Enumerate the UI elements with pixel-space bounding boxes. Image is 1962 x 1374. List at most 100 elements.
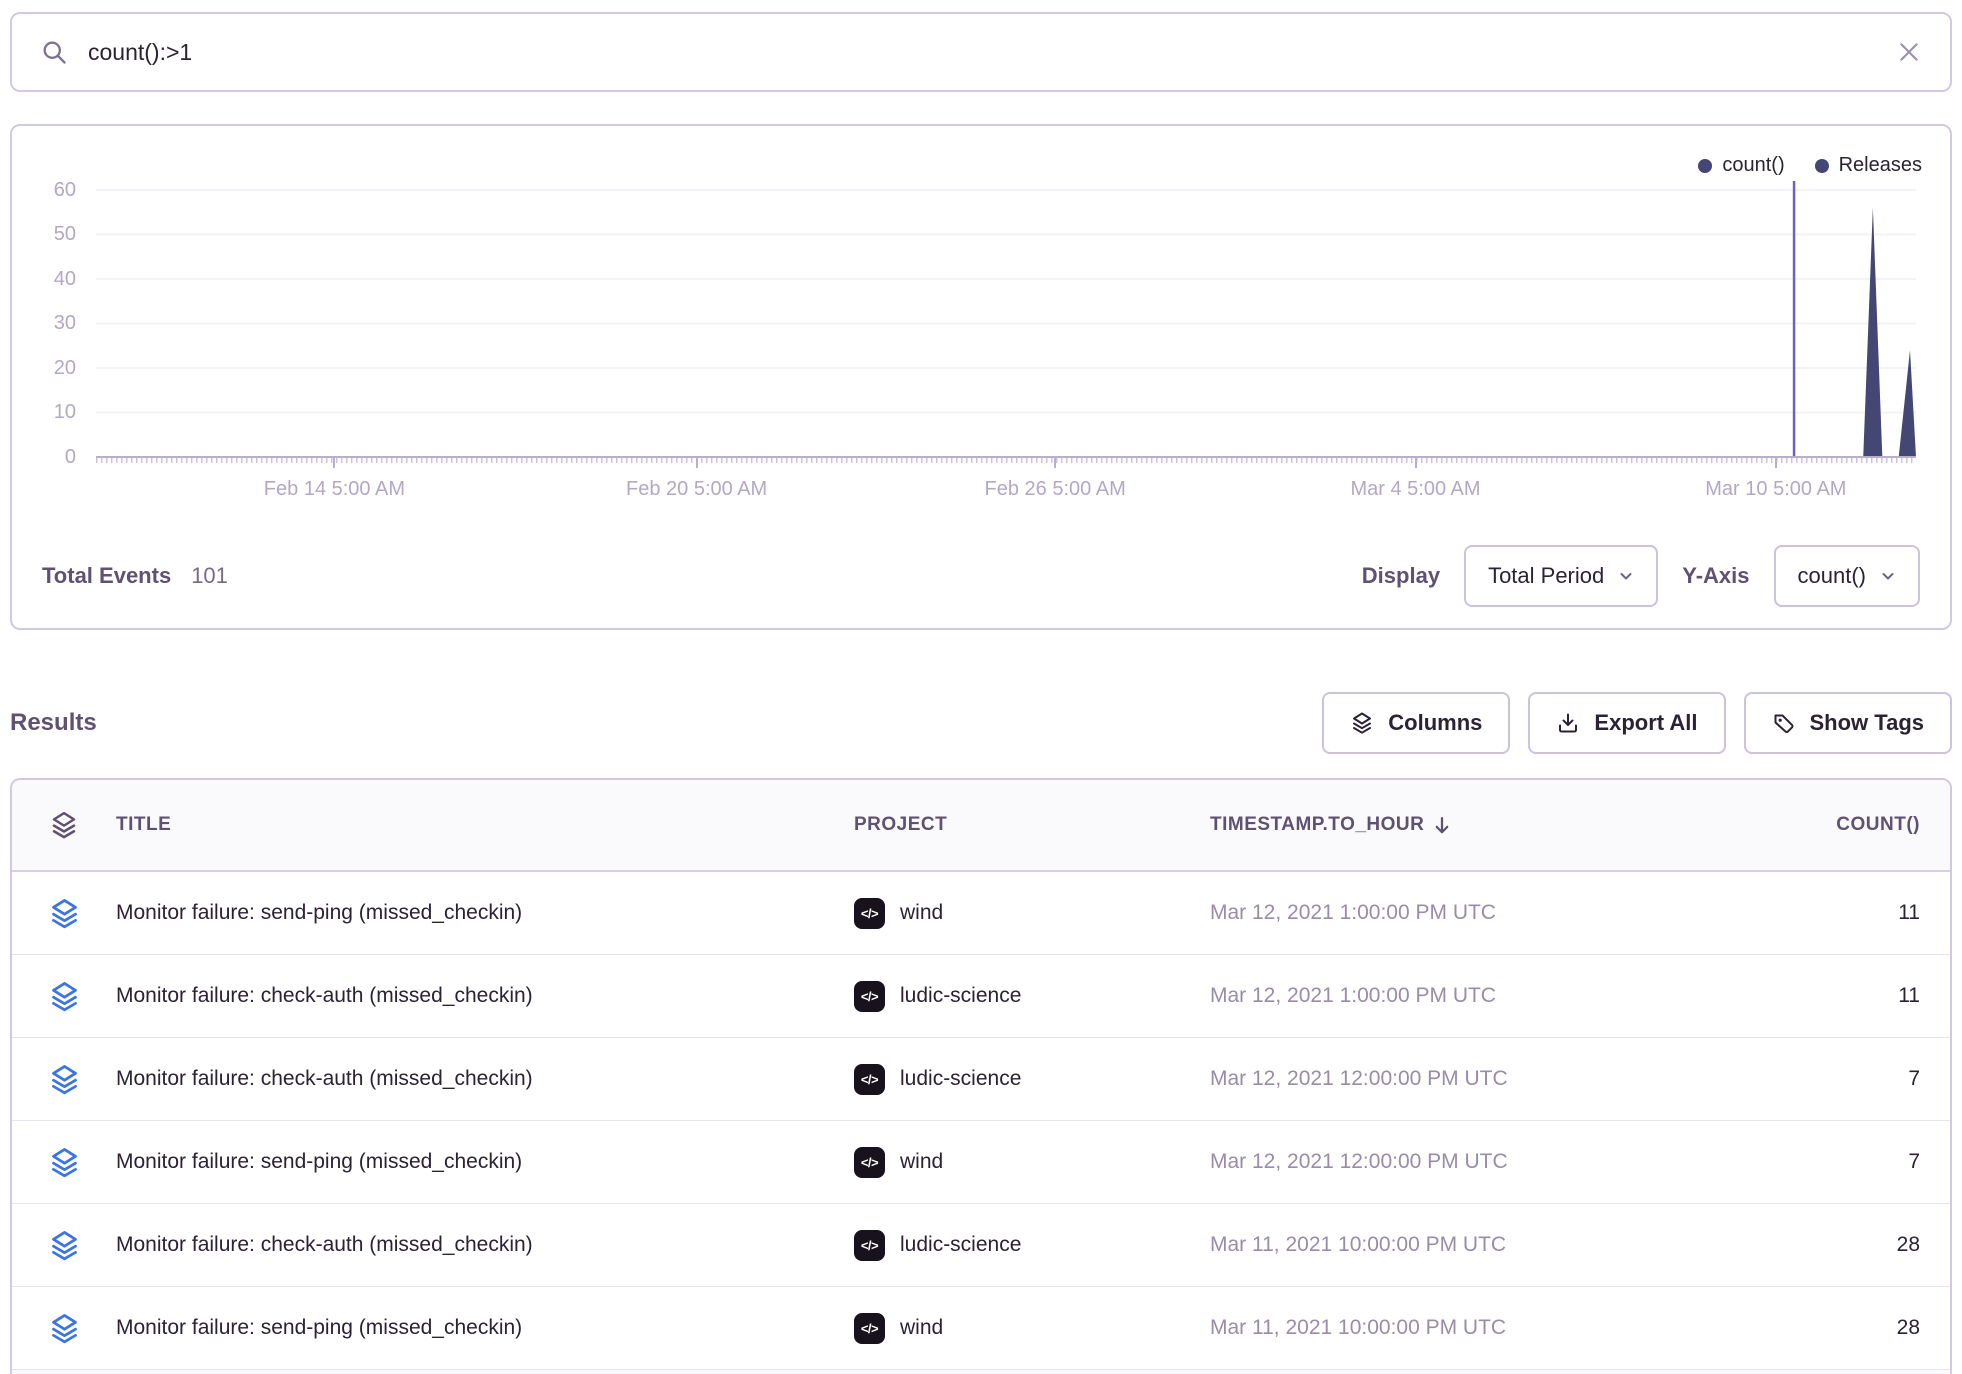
chevron-down-icon [1618,568,1634,584]
y-axis-tick-label: 30 [12,311,76,335]
x-axis-major-tick [696,458,698,468]
results-actions: Columns Export All Show Tags [1322,692,1952,754]
chart-plot-svg [96,181,1916,457]
legend-item-releases[interactable]: Releases [1815,154,1922,177]
event-count: 11 [1710,984,1950,1008]
y-axis-dropdown-value: count() [1798,563,1866,589]
project-platform-icon: </> [854,1147,885,1178]
project-cell: </> wind [854,1147,1210,1178]
x-axis-major-tick [1415,458,1417,468]
stack-icon[interactable] [48,1229,81,1262]
arrow-down-icon [1432,815,1452,835]
project-platform-icon: </> [854,1064,885,1095]
close-icon[interactable] [1896,39,1922,65]
x-axis-major-tick [1775,458,1777,468]
stack-icon [1350,711,1374,735]
y-axis-label: Y-Axis [1682,563,1749,589]
event-title: Monitor failure: check-auth (missed_chec… [116,1067,854,1091]
event-timestamp: Mar 12, 2021 12:00:00 PM UTC [1210,1067,1710,1091]
column-header-title[interactable]: TITLE [116,814,854,836]
stack-icon[interactable] [48,980,81,1013]
stack-icon[interactable] [48,1312,81,1345]
search-bar [10,12,1952,92]
stack-icon[interactable] [49,810,79,840]
x-axis-major-tick [333,458,335,468]
project-name: wind [900,901,943,925]
project-cell: </> ludic-science [854,1064,1210,1095]
project-name: wind [900,1316,943,1340]
events-chart-panel: count() Releases 0 10 20 30 40 50 60 Feb 14 5:… [10,124,1952,630]
chart-legend: count() Releases [1698,154,1922,177]
total-events-label: Total Events [42,563,171,589]
chart-footer: Total Events 101 Display Total Period Y-… [42,544,1920,608]
legend-label: count() [1722,154,1784,177]
event-title: Monitor failure: check-auth (missed_chec… [116,1233,854,1257]
event-timestamp: Mar 12, 2021 12:00:00 PM UTC [1210,1150,1710,1174]
display-label: Display [1362,563,1440,589]
stack-icon[interactable] [48,1146,81,1179]
results-table: TITLE PROJECT TIMESTAMP.TO_HOUR COUNT() … [10,778,1952,1374]
project-name: ludic-science [900,984,1021,1008]
event-title: Monitor failure: send-ping (missed_check… [116,901,854,925]
x-axis-labels: Feb 14 5:00 AMFeb 20 5:00 AMFeb 26 5:00 … [96,478,1916,504]
project-name: ludic-science [900,1067,1021,1091]
count-series-area [96,208,1916,457]
x-axis-ticks [96,458,1916,468]
event-title: Monitor failure: send-ping (missed_check… [116,1150,854,1174]
stack-icon[interactable] [48,897,81,930]
y-axis-tick-label: 50 [12,222,76,246]
column-header-count[interactable]: COUNT() [1710,814,1950,836]
legend-dot-count-icon [1698,159,1712,173]
table-body: Monitor failure: send-ping (missed_check… [12,872,1950,1370]
event-timestamp: Mar 12, 2021 1:00:00 PM UTC [1210,984,1710,1008]
x-axis-tick-label: Feb 14 5:00 AM [264,478,405,501]
y-axis-tick-label: 0 [12,445,76,469]
y-axis-tick-label: 10 [12,400,76,424]
y-axis-tick-label: 40 [12,267,76,291]
results-heading: Results [10,709,97,737]
table-row: Monitor failure: send-ping (missed_check… [12,1121,1950,1204]
y-axis-tick-label: 20 [12,356,76,380]
x-axis-tick-label: Mar 4 5:00 AM [1350,478,1480,501]
total-events-value: 101 [191,563,228,589]
table-row: Monitor failure: check-auth (missed_chec… [12,1204,1950,1287]
event-timestamp: Mar 11, 2021 10:00:00 PM UTC [1210,1316,1710,1340]
project-platform-icon: </> [854,898,885,929]
project-cell: </> ludic-science [854,1230,1210,1261]
y-axis-tick-label: 60 [12,178,76,202]
show-tags-button-label: Show Tags [1810,710,1925,736]
legend-label: Releases [1839,154,1922,177]
table-row: Monitor failure: send-ping (missed_check… [12,872,1950,955]
export-all-button-label: Export All [1594,710,1697,736]
event-title: Monitor failure: check-auth (missed_chec… [116,984,854,1008]
table-row: Monitor failure: check-auth (missed_chec… [12,1038,1950,1121]
display-dropdown[interactable]: Total Period [1464,545,1658,607]
project-cell: </> ludic-science [854,981,1210,1012]
event-count: 28 [1710,1233,1950,1257]
legend-item-count[interactable]: count() [1698,154,1784,177]
search-input[interactable] [88,39,1896,66]
project-cell: </> wind [854,1313,1210,1344]
stack-icon[interactable] [48,1063,81,1096]
event-count: 11 [1710,901,1950,925]
display-dropdown-value: Total Period [1488,563,1604,589]
project-platform-icon: </> [854,1230,885,1261]
export-all-button[interactable]: Export All [1528,692,1725,754]
project-name: wind [900,1150,943,1174]
columns-button-label: Columns [1388,710,1482,736]
project-platform-icon: </> [854,981,885,1012]
event-count: 7 [1710,1067,1950,1091]
show-tags-button[interactable]: Show Tags [1744,692,1953,754]
tag-icon [1772,711,1796,735]
chart-plot-area [96,181,1916,457]
column-header-project[interactable]: PROJECT [854,814,1210,836]
project-platform-icon: </> [854,1313,885,1344]
event-count: 28 [1710,1316,1950,1340]
search-icon [40,38,68,66]
y-axis-dropdown[interactable]: count() [1774,545,1920,607]
event-count: 7 [1710,1150,1950,1174]
columns-button[interactable]: Columns [1322,692,1510,754]
table-header-row: TITLE PROJECT TIMESTAMP.TO_HOUR COUNT() [12,780,1950,872]
column-header-timestamp[interactable]: TIMESTAMP.TO_HOUR [1210,814,1710,836]
table-row: Monitor failure: send-ping (missed_check… [12,1287,1950,1370]
